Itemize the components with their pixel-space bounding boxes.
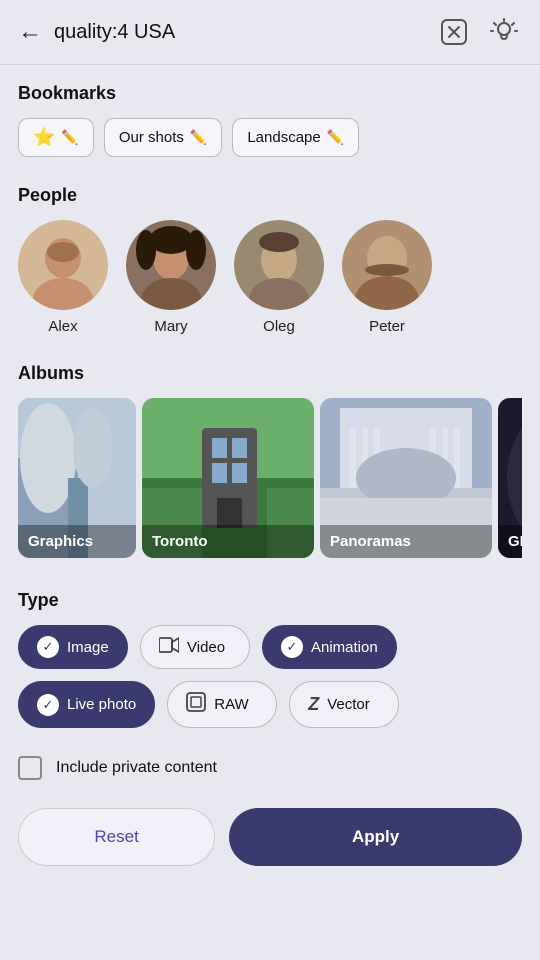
avatar-oleg (234, 220, 324, 310)
page-title: quality:4 USA (54, 21, 436, 44)
bulb-icon[interactable] (486, 14, 522, 50)
type-raw[interactable]: RAW (167, 681, 277, 728)
albums-title: Albums (18, 363, 522, 384)
check-animation: ✓ (281, 636, 303, 658)
header: ← quality:4 USA (0, 0, 540, 65)
album-graphics[interactable]: Graphics (18, 398, 136, 558)
type-image-label: Image (67, 639, 109, 656)
bookmark-landscape-label: Landscape (247, 129, 320, 146)
type-image[interactable]: ✓ Image (18, 625, 128, 669)
type-section: Type ✓ Image Video ✓ Animation ✓ Live ph… (0, 572, 540, 738)
person-mary[interactable]: Mary (126, 220, 216, 335)
avatar-peter (342, 220, 432, 310)
check-live-photo: ✓ (37, 694, 59, 716)
private-label: Include private content (56, 759, 217, 777)
header-icons (436, 14, 522, 50)
type-live-photo-label: Live photo (67, 696, 136, 713)
album-panoramas-label: Panoramas (320, 525, 492, 558)
bookmark-our-shots-label: Our shots (119, 129, 184, 146)
type-animation[interactable]: ✓ Animation (262, 625, 397, 669)
raw-icon (186, 692, 206, 717)
type-raw-label: RAW (214, 696, 248, 713)
edit-icon: ✏️ (61, 129, 78, 146)
album-gif-label: GIF (498, 525, 522, 558)
people-row: Alex Mary (18, 220, 522, 335)
edit-icon-our-shots: ✏️ (190, 129, 207, 146)
type-vector[interactable]: Z Vector (289, 681, 399, 728)
album-graphics-label: Graphics (18, 525, 136, 558)
person-alex-name: Alex (48, 318, 77, 335)
type-video-label: Video (187, 639, 225, 656)
type-live-photo[interactable]: ✓ Live photo (18, 681, 155, 728)
private-content-row: Include private content (0, 738, 540, 798)
bookmark-landscape[interactable]: Landscape ✏️ (232, 118, 359, 157)
vector-icon: Z (308, 694, 319, 715)
people-section: People Alex (0, 167, 540, 345)
bookmarks-row: ⭐ ✏️ Our shots ✏️ Landscape ✏️ (18, 118, 522, 157)
private-checkbox[interactable] (18, 756, 42, 780)
person-mary-name: Mary (154, 318, 187, 335)
clear-search-icon[interactable] (436, 14, 472, 50)
bookmarks-title: Bookmarks (18, 83, 522, 104)
person-oleg[interactable]: Oleg (234, 220, 324, 335)
type-title: Type (18, 590, 522, 611)
edit-icon-landscape: ✏️ (327, 129, 344, 146)
check-image: ✓ (37, 636, 59, 658)
avatar-alex (18, 220, 108, 310)
bookmarks-section: Bookmarks ⭐ ✏️ Our shots ✏️ Landscape ✏️ (0, 65, 540, 167)
star-icon: ⭐ (33, 127, 55, 148)
type-video[interactable]: Video (140, 625, 250, 669)
video-icon (159, 637, 179, 658)
type-grid: ✓ Image Video ✓ Animation ✓ Live photo (18, 625, 522, 728)
person-peter[interactable]: Peter (342, 220, 432, 335)
avatar-mary (126, 220, 216, 310)
bookmark-our-shots[interactable]: Our shots ✏️ (104, 118, 222, 157)
album-toronto-label: Toronto (142, 525, 314, 558)
back-button[interactable]: ← (18, 18, 42, 46)
apply-button[interactable]: Apply (229, 808, 522, 866)
person-oleg-name: Oleg (263, 318, 295, 335)
album-gif[interactable]: GIF (498, 398, 522, 558)
bookmark-star[interactable]: ⭐ ✏️ (18, 118, 94, 157)
reset-button[interactable]: Reset (18, 808, 215, 866)
type-vector-label: Vector (327, 696, 370, 713)
type-animation-label: Animation (311, 639, 378, 656)
albums-section: Albums Graphics (0, 345, 540, 572)
bottom-buttons: Reset Apply (0, 798, 540, 894)
people-title: People (18, 185, 522, 206)
person-alex[interactable]: Alex (18, 220, 108, 335)
person-peter-name: Peter (369, 318, 405, 335)
album-toronto[interactable]: Toronto (142, 398, 314, 558)
album-panoramas[interactable]: Panoramas (320, 398, 492, 558)
albums-row: Graphics Toronto (18, 398, 522, 562)
